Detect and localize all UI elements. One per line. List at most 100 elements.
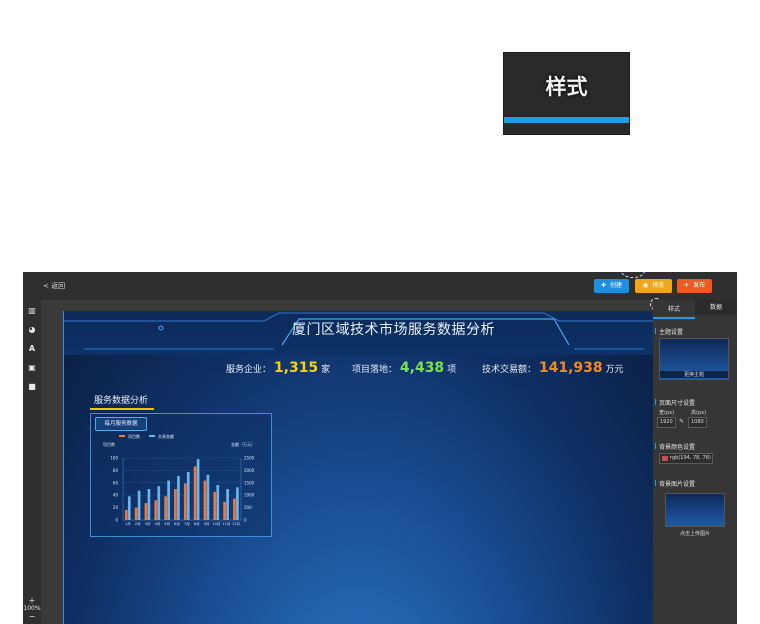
bgcolor-section-title: 背景颜色设置 — [654, 443, 696, 451]
editor-window: < 返回 ✚ 创建 ◉ 预览 ✈ 发布 ▥ ◕ A ▣ ■ + 100% − 厦门区域… — [23, 272, 737, 624]
bar-projects — [174, 489, 177, 520]
dashboard-title: 厦门区域技术市场服务数据分析 — [292, 322, 495, 338]
stat-projects-value: 4,438 — [399, 360, 445, 376]
x-tick-label: 9月 — [204, 521, 210, 526]
monthly-bar-chart: 项目数 交易金额项目数 金额（万元）100806040200250020001500… — [103, 433, 255, 526]
style-tab-zoom[interactable]: 样式 — [503, 52, 630, 135]
stat-trade-value: 141,938 — [538, 360, 603, 376]
properties-panel: 样式 数据 主题设置 更换主题 页面尺寸设置 宽(px) 高(px) 1920 … — [653, 300, 737, 624]
stat-enterprises-label: 服务企业： — [226, 365, 272, 375]
stat-enterprises-unit: 家 — [321, 365, 331, 375]
x-tick-label: 10月 — [212, 521, 220, 526]
x-tick-label: 8月 — [194, 521, 200, 526]
tab-data[interactable]: 数据 — [695, 300, 737, 315]
bar-projects — [183, 483, 187, 520]
bar-amount — [137, 490, 141, 520]
chart-icon[interactable]: ▥ — [26, 306, 38, 316]
y-axis-right-label: 金额（万元） — [231, 441, 255, 447]
change-theme-label[interactable]: 更换主题 — [660, 371, 728, 378]
tab-style-label: 样式 — [667, 306, 680, 313]
left-toolbar: ▥ ◕ A ▣ ■ + 100% − — [23, 300, 41, 624]
bar-projects — [233, 498, 236, 520]
text-icon[interactable]: A — [26, 344, 38, 354]
bar-projects — [193, 466, 197, 520]
legend-label: 项目数 — [128, 433, 140, 439]
y-tick-left: 100 — [110, 456, 118, 461]
create-button[interactable]: ✚ 创建 — [594, 279, 629, 293]
stat-enterprises: 服务企业： 1,315 家 — [226, 360, 330, 376]
bgcolor-input[interactable]: rgb(194, 78, 78) — [659, 453, 713, 464]
x-tick-label: 5月 — [164, 521, 170, 526]
x-tick-label: 3月 — [145, 521, 151, 526]
height-label: 高(px) — [691, 410, 707, 416]
bar-amount — [186, 472, 190, 520]
bar-projects — [223, 501, 226, 520]
legend-swatch — [119, 435, 125, 437]
link-icon[interactable]: ✎ — [679, 418, 684, 425]
theme-thumbnail[interactable]: 更换主题 — [659, 338, 729, 380]
y-tick-left: 0 — [115, 518, 118, 523]
publish-button-label: 发布 — [693, 282, 706, 289]
zoom-out-button[interactable]: − — [23, 612, 41, 621]
publish-button[interactable]: ✈ 发布 — [677, 279, 712, 293]
dashboard-header: 厦门区域技术市场服务数据分析 — [64, 311, 653, 355]
tab-style[interactable]: 样式 — [653, 304, 695, 313]
panel-tab[interactable]: 每月服务数据 — [95, 417, 147, 431]
y-tick-right: 2000 — [244, 468, 255, 473]
bar-amount — [216, 485, 220, 520]
monthly-service-panel[interactable]: 每月服务数据 项目数 交易金额 项目数 金额（万元） 100 80 60 40 20 0 2500 2… — [90, 413, 272, 537]
stat-enterprises-value: 1,315 — [273, 360, 319, 376]
color-swatch[interactable] — [662, 456, 668, 461]
pie-icon[interactable]: ◕ — [26, 325, 38, 335]
style-tab-zoom-indicator — [504, 117, 629, 123]
y-tick-right: 0 — [244, 518, 247, 523]
y-axis-left-label: 项目数 — [103, 441, 115, 447]
bgcolor-value: rgb(194, 78, 78) — [670, 455, 711, 461]
y-tick-left: 80 — [113, 468, 119, 473]
preview-button-label: 预览 — [652, 282, 665, 289]
x-tick-label: 2月 — [135, 521, 141, 526]
image-icon[interactable]: ▣ — [26, 363, 38, 373]
zoom-in-button[interactable]: + — [23, 596, 41, 605]
bar-projects — [144, 503, 148, 520]
bar-amount — [147, 489, 151, 520]
back-link[interactable]: < 返回 — [43, 281, 65, 291]
tab-style-indicator — [653, 317, 695, 319]
width-input[interactable]: 1920 — [657, 417, 676, 428]
bar-amount — [206, 474, 210, 520]
stat-trade-label: 技术交易额： — [482, 365, 537, 375]
create-button-label: 创建 — [610, 282, 623, 289]
x-tick-label: 4月 — [154, 521, 160, 526]
eye-icon: ◉ — [642, 282, 649, 289]
bar-amount — [226, 489, 229, 520]
bgimage-thumbnail[interactable] — [665, 493, 725, 527]
send-icon: ✈ — [683, 282, 689, 289]
bar-projects — [154, 500, 158, 520]
bar-amount — [127, 496, 131, 520]
bar-projects — [124, 509, 128, 520]
x-tick-label: 6月 — [174, 521, 180, 526]
upload-image-link[interactable]: 点击上传图片 — [653, 530, 737, 537]
bar-amount — [157, 486, 161, 520]
bgimage-section-title: 背景图片设置 — [654, 480, 696, 488]
bar-amount — [167, 480, 170, 520]
stat-trade-amount: 技术交易额： 141,938 万元 — [482, 360, 624, 376]
height-input[interactable]: 1080 — [688, 417, 707, 428]
dashboard-canvas[interactable]: 厦门区域技术市场服务数据分析 服务企业： 1,315 家 项目落地： 4,438… — [63, 311, 653, 624]
video-icon[interactable]: ■ — [26, 382, 38, 392]
stat-trade-unit: 万元 — [605, 365, 624, 375]
preview-button[interactable]: ◉ 预览 — [635, 279, 672, 293]
width-label: 宽(px) — [659, 410, 675, 416]
y-tick-left: 60 — [113, 480, 119, 485]
y-tick-right: 1000 — [244, 493, 255, 498]
section-title: 服务数据分析 — [94, 396, 149, 406]
x-tick-label: 12月 — [232, 521, 240, 526]
size-section-title: 页面尺寸设置 — [654, 399, 696, 407]
bar-projects — [164, 496, 167, 520]
y-tick-left: 20 — [113, 505, 119, 510]
tab-data-label: 数据 — [709, 304, 722, 311]
y-tick-right: 1500 — [244, 480, 255, 485]
legend-swatch — [149, 435, 155, 437]
legend-label: 交易金额 — [158, 433, 174, 439]
plus-icon: ✚ — [600, 282, 606, 289]
